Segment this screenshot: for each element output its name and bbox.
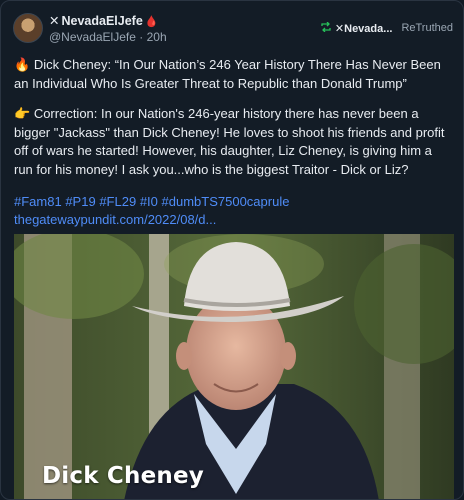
retruth-indicator: ✕Nevada... ReTruthed bbox=[320, 21, 453, 35]
paragraph-correction-text: Correction: In our Nation's 246-year his… bbox=[14, 106, 445, 177]
display-name[interactable]: ✕ NevadaElJefe 🩸 bbox=[49, 13, 159, 28]
retruth-icon bbox=[320, 21, 332, 35]
article-link[interactable]: thegatewaypundit.com/2022/08/d... bbox=[14, 212, 216, 227]
paragraph-quote: 🔥 Dick Cheney: “In Our Nation’s 246 Year… bbox=[14, 56, 454, 93]
display-name-text[interactable]: NevadaElJefe bbox=[61, 14, 142, 28]
hashtag-fl29[interactable]: #FL29 bbox=[99, 194, 136, 209]
media-image[interactable]: Dick Cheney bbox=[14, 234, 454, 499]
handle[interactable]: @NevadaElJefe bbox=[49, 30, 136, 44]
post-card: ✕ NevadaElJefe 🩸 @NevadaElJefe · 20h ✕Neva… bbox=[0, 0, 464, 500]
hashtags-and-link: #Fam81 #P19 #FL29 #I0 #dumbTS7500caprule… bbox=[14, 193, 454, 229]
x-mark-icon: ✕ bbox=[334, 22, 345, 35]
hashtag-p19[interactable]: #P19 bbox=[65, 194, 95, 209]
paragraph-correction: 👉 Correction: In our Nation's 246-year h… bbox=[14, 105, 454, 179]
video-caption: Dick Cheney bbox=[42, 463, 204, 489]
link-row: thegatewaypundit.com/2022/08/d... bbox=[14, 211, 454, 229]
post-body: 🔥 Dick Cheney: “In Our Nation’s 246 Year… bbox=[14, 56, 454, 191]
x-mark-icon: ✕ bbox=[49, 14, 60, 28]
handle-line: @NevadaElJefe · 20h bbox=[49, 30, 167, 44]
post-header: ✕ NevadaElJefe 🩸 @NevadaElJefe · 20h ✕Neva… bbox=[13, 11, 453, 47]
retruther-name-text[interactable]: Nevada... bbox=[344, 23, 392, 35]
paragraph-quote-text: Dick Cheney: “In Our Nation’s 246 Year H… bbox=[14, 57, 441, 91]
hashtag-dumbts7500caprule[interactable]: #dumbTS7500caprule bbox=[162, 194, 290, 209]
separator: · bbox=[139, 30, 144, 44]
retruthed-label: ReTruthed bbox=[401, 22, 453, 34]
hashtag-i0[interactable]: #I0 bbox=[140, 194, 158, 209]
blood-drop-icon: 🩸 bbox=[144, 16, 159, 28]
avatar[interactable] bbox=[13, 13, 43, 43]
hashtag-fam81[interactable]: #Fam81 bbox=[14, 194, 62, 209]
media-photo bbox=[14, 234, 454, 499]
post-age[interactable]: 20h bbox=[147, 30, 167, 44]
fire-icon: 🔥 bbox=[14, 57, 31, 72]
pointing-hand-icon: 👉 bbox=[14, 106, 31, 121]
hashtag-row: #Fam81 #P19 #FL29 #I0 #dumbTS7500caprule bbox=[14, 193, 454, 211]
retruther-name[interactable]: ✕Nevada... bbox=[335, 22, 393, 35]
